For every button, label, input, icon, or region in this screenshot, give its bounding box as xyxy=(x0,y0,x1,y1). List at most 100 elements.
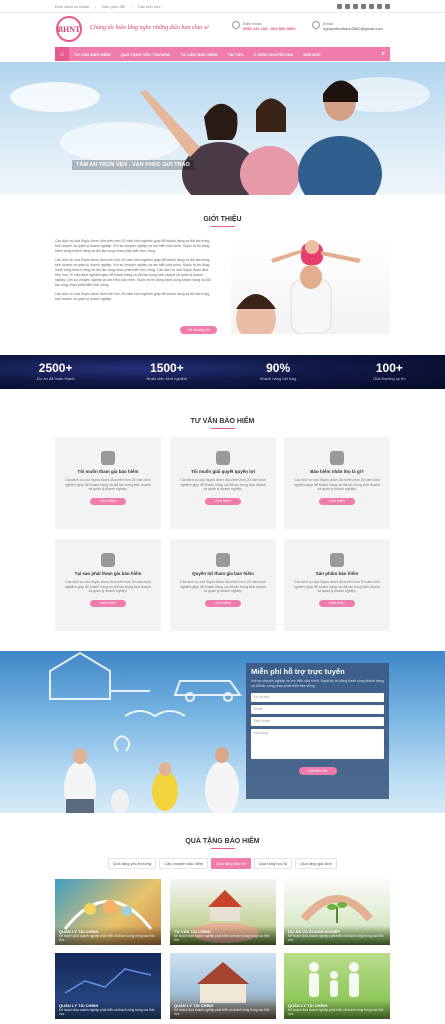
card-more-button[interactable]: Xem thêm xyxy=(319,497,355,505)
facebook-icon[interactable] xyxy=(337,3,342,9)
card-more-button[interactable]: Xem thêm xyxy=(205,497,241,505)
tile-desc: Kế hoạch đưa doanh nghiệp phát triển và … xyxy=(288,1008,384,1016)
search-icon[interactable]: ⌕ xyxy=(382,51,390,58)
advice-card[interactable]: Bảo hiểm nhân thọ là gì? Các dịch vụ của… xyxy=(284,437,390,529)
top-link[interactable]: Các tính sức xyxy=(131,4,161,9)
advice-title: TƯ VẤN BẢO HIỂM xyxy=(0,418,445,429)
intro-paragraph: Các dịch vụ của Suplo được đưa trên hơn … xyxy=(55,292,210,301)
skype-icon[interactable] xyxy=(361,3,366,9)
gift-tile[interactable]: DỰ ÁN VÀ DOANH NGHIỆP Kế hoạch đưa doanh… xyxy=(284,879,390,945)
gift-tile[interactable]: QUẢN LÝ TÀI CHÍNH Kế hoạch đưa doanh ngh… xyxy=(55,879,161,945)
phone-contact: Điện thoại: 0962 141 108 - 063 800 9000 xyxy=(232,21,296,31)
advice-card[interactable]: Quyền lợi tham gia bảo hiểm Các dịch vụ … xyxy=(170,539,276,631)
pinterest-icon[interactable] xyxy=(353,3,358,9)
stats-band: 2500+ Dự án đã hoàn thành 1500+ Nhân viê… xyxy=(0,355,445,389)
shield-check-icon xyxy=(216,451,230,465)
stat-label: Giải thưởng uy tín xyxy=(373,376,406,381)
card-more-button[interactable]: Xem thêm xyxy=(90,497,126,505)
tab-gift[interactable]: Câu chuyện bảo hiểm xyxy=(159,858,209,869)
support-title: Miễn phí hỗ trợ trực tuyến xyxy=(251,667,345,676)
email-icon xyxy=(312,21,320,29)
logo[interactable]: BHNT xyxy=(56,16,82,42)
phone-value[interactable]: 0962 141 108 - 063 800 9000 xyxy=(243,26,296,31)
nav-item[interactable]: TƯ LIỆU BẢO HIỂM xyxy=(175,52,222,57)
phone-icon xyxy=(232,21,240,29)
card-desc: Các dịch vụ của Suplo được đưa trên hơn … xyxy=(180,580,267,593)
tab-gift[interactable]: Quà tặng gia đình xyxy=(295,858,337,869)
chat-bubble-icon xyxy=(330,451,344,465)
card-more-button[interactable]: Xem thêm xyxy=(205,599,241,607)
header: BHNT Chúng tôi luôn lắng nghe những điều… xyxy=(0,13,445,46)
card-desc: Các dịch vụ của Suplo được đưa trên hơn … xyxy=(65,580,152,593)
support-subtitle: Với sự chuyên nghiệp và am hiểu của mình… xyxy=(251,679,384,688)
stat-item: 2500+ Dự án đã hoàn thành xyxy=(0,355,111,389)
gift-tile[interactable]: QUẢN LÝ TÀI CHÍNH Kế hoạch đưa doanh ngh… xyxy=(55,953,161,1019)
card-desc: Các dịch vụ của Suplo được đưa trên hơn … xyxy=(294,580,381,593)
stat-label: Dự án đã hoàn thành xyxy=(36,376,75,381)
twitter-icon[interactable] xyxy=(369,3,374,9)
gift-tile[interactable]: TƯ VẤN TÀI CHÍNH Kế hoạch đưa doanh nghi… xyxy=(170,879,276,945)
card-more-button[interactable]: Xem thêm xyxy=(90,599,126,607)
email-contact: Email: nguyenthuthanh2862@gmail.com xyxy=(312,21,383,31)
support-form: Miễn phí hỗ trợ trực tuyến Với sự chuyên… xyxy=(246,663,389,799)
tile-desc: Kế hoạch đưa doanh nghiệp phát triển và … xyxy=(174,934,270,942)
stat-label: Khách hàng hài lòng xyxy=(259,376,297,381)
card-desc: Các dịch vụ của Suplo được đưa trên hơn … xyxy=(294,478,381,491)
hero-banner: TÂM AN TRỌN VẸN - VẠN PHÚC GỬI TRAO xyxy=(0,62,445,195)
gift-tile[interactable]: QUẢN LÝ TÀI CHÍNH Kế hoạch đưa doanh ngh… xyxy=(170,953,276,1019)
top-link[interactable]: Định sách có thành xyxy=(55,4,89,9)
nav-item[interactable]: GIẢI ĐÁP xyxy=(298,52,326,57)
family-illustration xyxy=(236,240,361,334)
phone-field[interactable]: Điện thoại xyxy=(251,717,384,726)
advice-card[interactable]: Sản phẩm bảo hiểm Các dịch vụ của Suplo … xyxy=(284,539,390,631)
home-icon[interactable]: ⌂ xyxy=(55,47,69,61)
card-more-button[interactable]: Xem thêm xyxy=(319,599,355,607)
intro-photo xyxy=(231,239,390,334)
stat-number: 90% xyxy=(266,361,291,375)
advice-card[interactable]: Tôi muốn tham gia bảo hiểm Các dịch vụ c… xyxy=(55,437,161,529)
top-link[interactable]: Bảo gồm đổi xyxy=(95,4,124,9)
stat-label: Nhân viên kinh nghiệm xyxy=(146,376,188,381)
card-title: Tôi muốn giải quyết quyền lợi xyxy=(191,469,255,474)
tile-caption: TƯ VẤN TÀI CHÍNH Kế hoạch đưa doanh nghi… xyxy=(170,926,276,945)
card-title: Sản phẩm bảo hiểm xyxy=(315,571,359,576)
advice-card[interactable]: Tại sao phải tham gia bảo hiểm Các dịch … xyxy=(55,539,161,631)
message-field[interactable]: Nội dung xyxy=(251,729,384,759)
about-us-button[interactable]: Về chúng tôi xyxy=(180,326,217,334)
card-title: Tôi muốn tham gia bảo hiểm xyxy=(77,469,139,474)
gift-tile[interactable]: QUẢN LÝ TÀI CHÍNH Kế hoạch đưa doanh ngh… xyxy=(284,953,390,1019)
intro-paragraph: Các dịch vụ của Suplo được đưa trên hơn … xyxy=(55,258,211,287)
nav-item[interactable]: Ý KIẾN CHUYÊN GIA xyxy=(249,52,299,57)
tab-gift[interactable]: Quà tặng yêu thương xyxy=(108,858,157,869)
send-contact-button[interactable]: Gửi liên hệ xyxy=(298,767,337,775)
google-plus-icon[interactable] xyxy=(345,3,350,9)
stat-number: 100+ xyxy=(375,361,403,375)
tile-caption: DỰ ÁN VÀ DOANH NGHIỆP Kế hoạch đưa doanh… xyxy=(284,926,390,945)
name-field[interactable]: Họ và tên xyxy=(251,693,384,702)
tile-desc: Kế hoạch đưa doanh nghiệp phát triển và … xyxy=(59,934,155,942)
nav-item[interactable]: QUÀ TẶNG YÊU THƯƠNG xyxy=(115,52,175,57)
tab-gift[interactable]: Quà tặng học tô xyxy=(253,858,293,869)
nav-item[interactable]: TƯ VẤN BẢO HIỂM xyxy=(69,52,115,57)
clipboard-icon xyxy=(216,553,230,567)
hero-caption: TÂM AN TRỌN VẸN - VẠN PHÚC GỬI TRAO xyxy=(72,160,194,170)
youtube-icon[interactable] xyxy=(377,3,382,9)
top-links: Định sách có thành Bảo gồm đổi Các tính … xyxy=(55,4,161,9)
card-title: Tại sao phải tham gia bảo hiểm xyxy=(74,571,142,576)
email-field[interactable]: Email xyxy=(251,705,384,714)
social-icons xyxy=(337,3,390,9)
gifts-title: QUÀ TẶNG BẢO HIỂM xyxy=(0,838,445,849)
tile-caption: QUẢN LÝ TÀI CHÍNH Kế hoạch đưa doanh ngh… xyxy=(170,1000,276,1019)
card-title: Quyền lợi tham gia bảo hiểm xyxy=(192,571,254,576)
page: Định sách có thành Bảo gồm đổi Các tính … xyxy=(0,0,445,1024)
tab-gift-active[interactable]: Quà tặng bảo vệ xyxy=(211,858,251,869)
email-value[interactable]: nguyenthuthanh2862@gmail.com xyxy=(323,26,383,31)
advice-card[interactable]: Tôi muốn giải quyết quyền lợi Các dịch v… xyxy=(170,437,276,529)
family-photo xyxy=(140,80,382,195)
question-circle-icon xyxy=(101,553,115,567)
card-title: Bảo hiểm nhân thọ là gì? xyxy=(310,469,364,474)
stat-number: 2500+ xyxy=(38,361,73,375)
nav-item[interactable]: TIN TỨC xyxy=(222,52,248,57)
tile-desc: Kế hoạch đưa doanh nghiệp phát triển và … xyxy=(174,1008,270,1016)
instagram-icon[interactable] xyxy=(385,3,390,9)
